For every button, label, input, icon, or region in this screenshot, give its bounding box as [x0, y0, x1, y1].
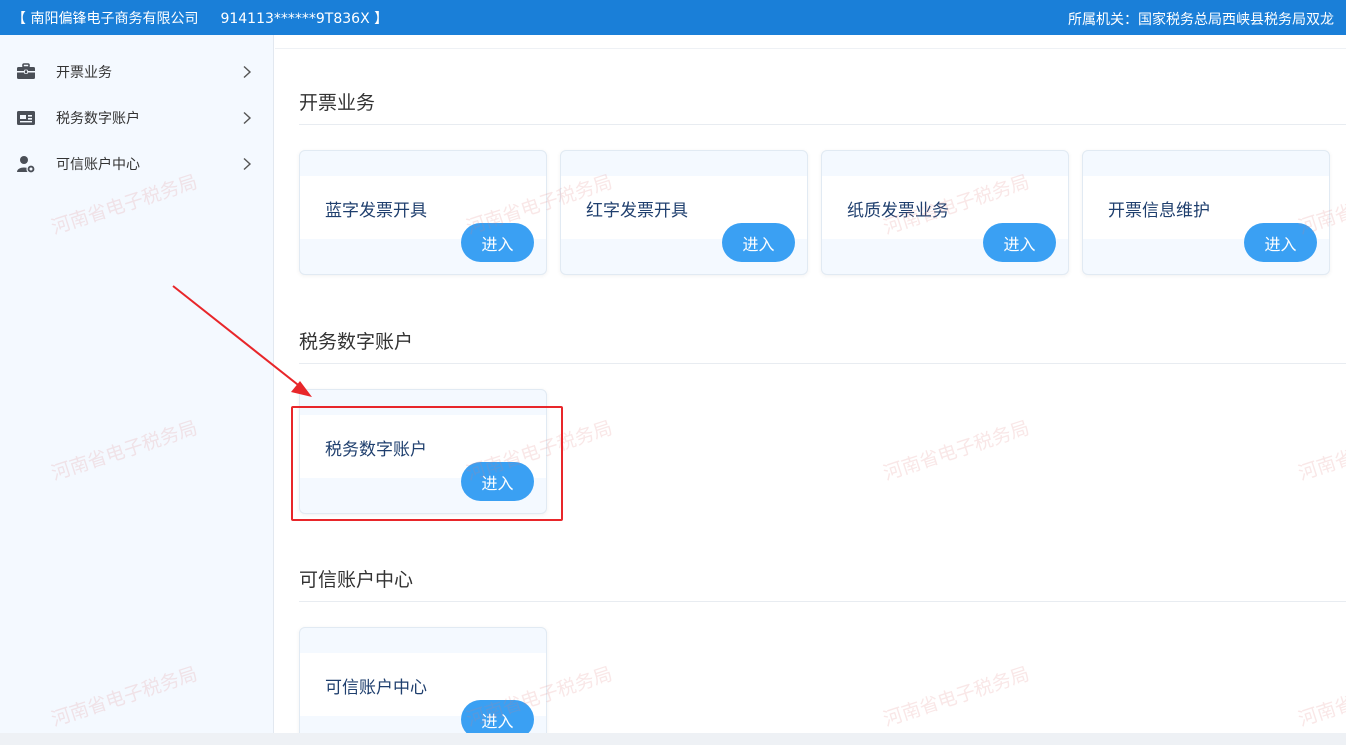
company-name: 【 南阳偏锋电子商务有限公司	[12, 10, 199, 27]
tax-id: 914113******9T836X 】	[220, 10, 389, 27]
highlight-box	[291, 406, 563, 521]
enter-button[interactable]: 进入	[722, 223, 795, 262]
chevron-right-icon	[243, 157, 252, 171]
divider	[275, 48, 1346, 49]
enter-button[interactable]: 进入	[983, 223, 1056, 262]
section-divider	[299, 124, 1346, 125]
section-title-tax-digital-account: 税务数字账户	[299, 331, 414, 353]
card-title: 可信账户中心	[325, 678, 427, 698]
top-header-bar: 【 南阳偏锋电子商务有限公司 914113******9T836X 】 所属机关…	[0, 0, 1346, 35]
enter-button[interactable]: 进入	[1244, 223, 1317, 262]
enter-button[interactable]: 进入	[461, 223, 534, 262]
chevron-right-icon	[243, 65, 252, 79]
tax-agency: 所属机关：国家税务总局西峡县税务局双龙	[1068, 12, 1334, 28]
card-title: 纸质发票业务	[847, 201, 949, 221]
card-blue-invoice: 蓝字发票开具 进入	[299, 150, 547, 275]
card-trusted-account: 可信账户中心 进入	[299, 627, 547, 745]
sidebar-item-label: 税务数字账户	[56, 111, 140, 127]
chevron-right-icon	[243, 111, 252, 125]
card-title: 红字发票开具	[586, 201, 688, 221]
sidebar-item-label: 可信账户中心	[56, 157, 140, 173]
briefcase-icon	[17, 63, 35, 79]
sidebar: 开票业务 税务数字账户 可信账户中心	[0, 35, 274, 745]
card-paper-invoice: 纸质发票业务 进入	[821, 150, 1069, 275]
sidebar-item-label: 开票业务	[56, 65, 112, 81]
user-shield-icon	[17, 156, 36, 174]
account-card-icon	[17, 111, 35, 125]
section-divider	[299, 363, 1346, 364]
main-content: 开票业务 蓝字发票开具 进入 红字发票开具 进入 纸质发票业务 进入 开票信息维…	[275, 35, 1346, 745]
card-title: 蓝字发票开具	[325, 201, 427, 221]
section-divider	[299, 601, 1346, 602]
section-title-trusted-account: 可信账户中心	[299, 569, 414, 591]
sidebar-item-invoicing[interactable]: 开票业务	[0, 49, 274, 95]
section-title-invoicing: 开票业务	[299, 92, 376, 114]
card-title: 开票信息维护	[1108, 201, 1210, 221]
sidebar-item-tax-digital-account[interactable]: 税务数字账户	[0, 95, 274, 141]
bottom-scrollbar-track	[0, 733, 1346, 745]
card-red-invoice: 红字发票开具 进入	[560, 150, 808, 275]
sidebar-item-trusted-account[interactable]: 可信账户中心	[0, 141, 274, 187]
card-invoice-info-maintenance: 开票信息维护 进入	[1082, 150, 1330, 275]
